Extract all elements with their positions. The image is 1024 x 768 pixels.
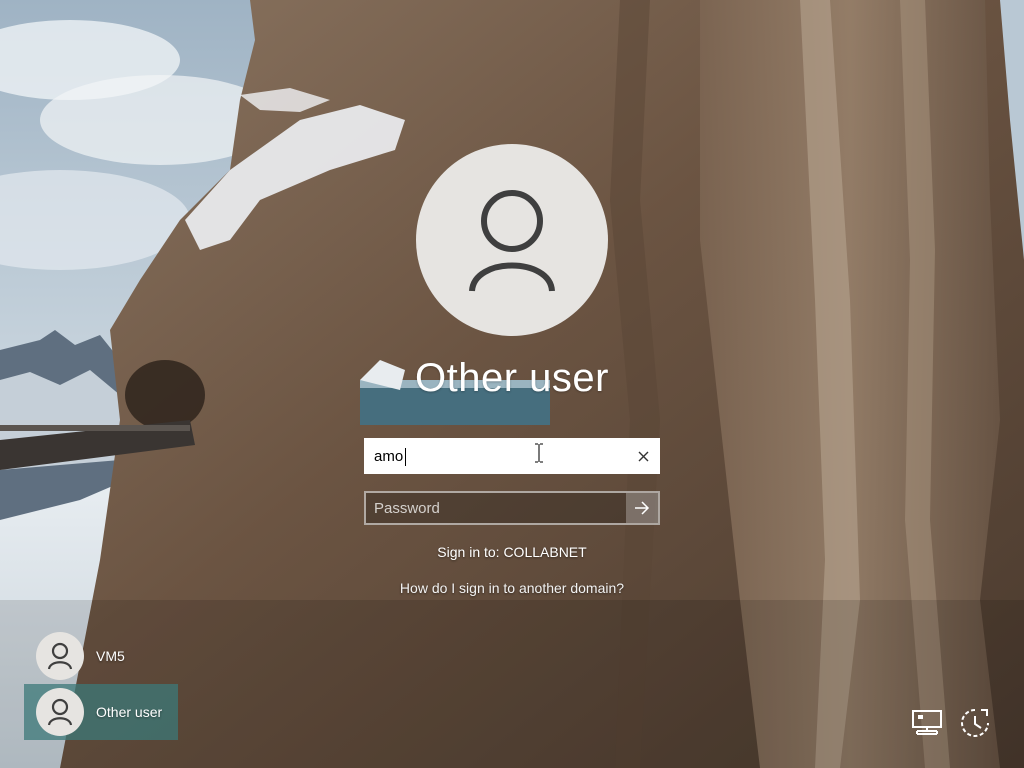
username-input[interactable] (374, 440, 624, 472)
network-icon (912, 710, 942, 735)
avatar (36, 632, 84, 680)
user-avatar-large (416, 144, 608, 336)
network-button[interactable] (910, 706, 944, 740)
person-icon (469, 190, 555, 292)
ease-of-access-icon (961, 709, 989, 737)
ibeam-cursor-icon (535, 443, 543, 463)
sign-in-domain-text: Sign in to: COLLABNET (437, 544, 587, 560)
lock-screen: Other user Sign in to: COLLABNET How do … (0, 0, 1024, 768)
user-tile-vm5[interactable]: VM5 (24, 628, 178, 684)
clear-username-button[interactable] (634, 447, 652, 465)
username-field[interactable] (364, 438, 660, 474)
arrow-right-icon (635, 501, 650, 515)
password-field[interactable] (364, 491, 660, 525)
close-icon (638, 451, 648, 461)
user-tile-other-user[interactable]: Other user (24, 684, 178, 740)
user-tile-label: VM5 (96, 648, 125, 664)
domain-help-link[interactable]: How do I sign in to another domain? (312, 580, 712, 596)
user-tile-label: Other user (96, 704, 163, 720)
text-caret (405, 448, 406, 466)
avatar (36, 688, 84, 736)
person-icon (47, 642, 73, 670)
password-input[interactable] (374, 493, 624, 523)
submit-button[interactable] (626, 493, 658, 523)
person-icon (47, 698, 73, 726)
user-title: Other user (415, 356, 609, 400)
ease-of-access-button[interactable] (958, 706, 992, 740)
